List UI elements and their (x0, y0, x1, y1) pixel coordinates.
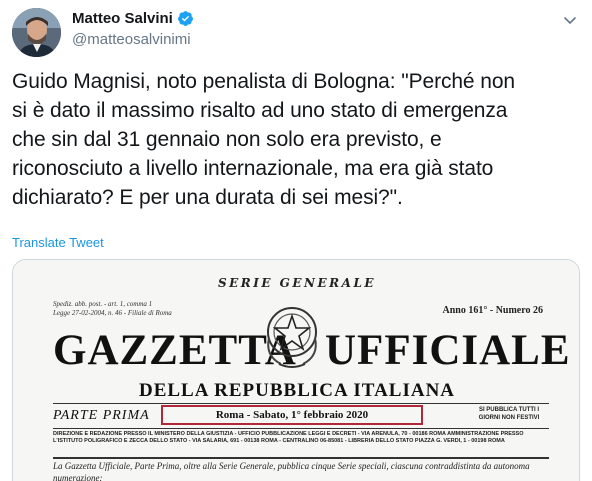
chevron-down-icon[interactable] (562, 12, 578, 28)
masthead-ufficiale: UFFICIALE (325, 327, 571, 374)
avatar[interactable] (12, 8, 61, 57)
divider (53, 428, 549, 429)
pubblica-note: SI PUBBLICA TUTTI I GIORNI NON FESTIVI (478, 407, 540, 421)
gazzetta-ufficiale-image: SERIE GENERALE Spediz. abb. post. - art.… (13, 260, 579, 481)
direzione-note: DIREZIONE E REDAZIONE PRESSO IL MINISTER… (53, 431, 524, 444)
verified-badge-icon (177, 11, 193, 26)
date-line-box: Roma - Sabato, 1° febbraio 2020 (161, 405, 423, 425)
footnote-text: La Gazzetta Ufficiale, Parte Prima, oltr… (53, 461, 530, 481)
divider (53, 403, 549, 404)
subtitle-repubblica: DELLA REPUBBLICA ITALIANA (138, 380, 456, 401)
anno-numero-label: Anno 161° - Numero 26 (442, 305, 543, 316)
tweet-text: Guido Magnisi, noto penalista di Bologna… (12, 70, 515, 209)
author-display-name[interactable]: Matteo Salvini (72, 10, 173, 27)
spedizione-note: Spediz. abb. post. - art. 1, comma 1 Leg… (53, 300, 172, 317)
divider (53, 457, 549, 459)
tweet: Matteo Salvini @matteosalvinimi Guido Ma… (0, 0, 592, 481)
serie-generale-label: SERIE GENERALE (217, 276, 377, 290)
translate-tweet-link[interactable]: Translate Tweet (12, 235, 104, 250)
tweet-media-image[interactable]: SERIE GENERALE Spediz. abb. post. - art.… (12, 259, 580, 481)
author-handle[interactable]: @matteosalvinimi (72, 31, 191, 48)
italian-emblem-icon (267, 307, 317, 368)
author-name-row[interactable]: Matteo Salvini (72, 10, 194, 27)
parte-prima-label: PARTE PRIMA (53, 408, 150, 423)
